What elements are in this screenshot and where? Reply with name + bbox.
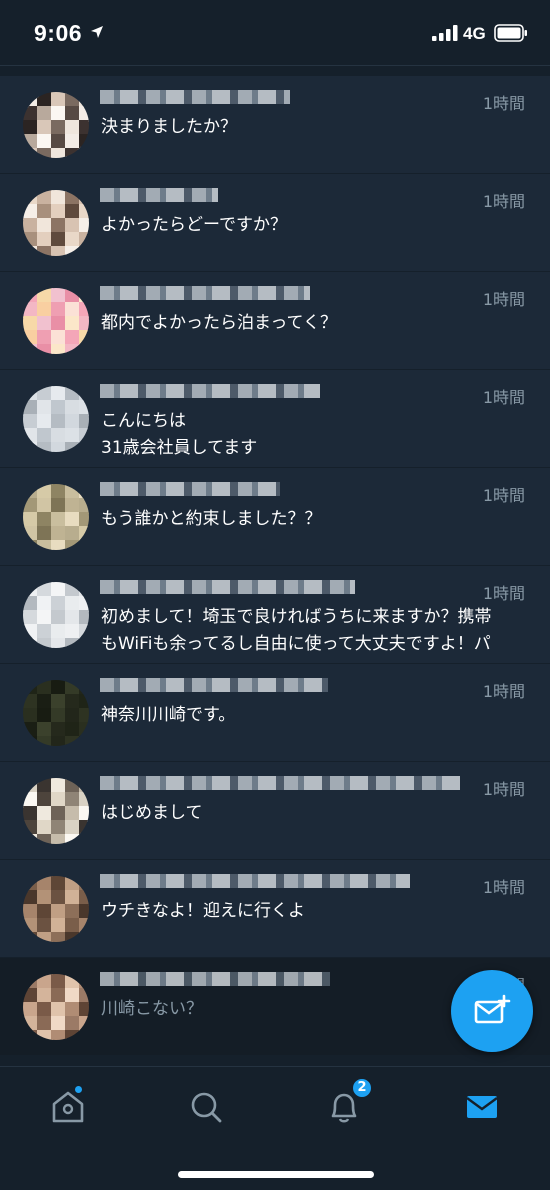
message-preview: 初めまして！埼玉で良ければうちに来ますか？携帯 もWiFiも余ってるし自由に使って…	[101, 604, 520, 658]
message-time: 1時間	[482, 584, 525, 603]
avatar-mosaic-block	[79, 148, 89, 158]
notification-count-badge: 2	[351, 1077, 373, 1099]
location-arrow-icon	[91, 26, 103, 38]
tab-notifications[interactable]: 2	[324, 1077, 373, 1127]
avatar-mosaic-block	[79, 344, 89, 354]
message-preview-line: もWiFiも余ってるし自由に使って大丈夫ですよ！パ	[101, 634, 491, 654]
envelope-icon	[466, 1096, 498, 1118]
avatar-mosaic-block	[79, 246, 89, 256]
compose-message-icon	[474, 994, 511, 1024]
username-redacted	[100, 482, 280, 496]
message-preview-line: はじめまして	[101, 803, 203, 823]
message-preview: よかったらどーですか？	[101, 212, 520, 239]
message-preview-line: こんにちは	[101, 411, 186, 431]
message-time: 1時間	[482, 388, 525, 407]
conversation-row[interactable]: 1時間決まりましたか？	[0, 76, 550, 174]
message-time: 1時間	[482, 192, 525, 211]
conversation-row[interactable]: 1時間こんにちは 31歳会社員してます	[0, 370, 550, 468]
username-redacted	[100, 90, 290, 104]
username-redacted	[100, 188, 218, 202]
message-preview: ウチきなよ！迎えに行くよ	[101, 898, 520, 925]
new-message-button[interactable]	[451, 970, 533, 1052]
message-preview-line: 決まりましたか？	[101, 117, 237, 137]
message-time: 1時間	[482, 878, 525, 897]
message-preview: 神奈川川崎です。	[101, 702, 520, 729]
avatar-mosaic-block	[79, 834, 89, 844]
conversation-row[interactable]: 1時間 初めまして！埼玉で良ければうちに来ますか？携帯 もWiFiも余ってるし自由に…	[0, 566, 550, 664]
username-redacted	[100, 384, 320, 398]
avatar[interactable]	[23, 288, 89, 354]
message-preview: もう誰かと約束しました？？	[101, 506, 520, 533]
message-preview-line: 神奈川川崎です。	[101, 705, 236, 725]
message-preview-line: もう誰かと約束しました？？	[101, 509, 322, 529]
avatar[interactable]	[23, 92, 89, 158]
avatar-mosaic-block	[79, 932, 89, 942]
avatar-mosaic-block	[79, 736, 89, 746]
username-redacted	[100, 874, 410, 888]
message-time: 1時間	[482, 290, 525, 309]
avatar[interactable]	[23, 876, 89, 942]
username-redacted	[100, 678, 328, 692]
message-preview: 決まりましたか？	[101, 114, 520, 141]
message-time: 1時間	[482, 780, 525, 799]
conversation-row[interactable]: 1時間よかったらどーですか？	[0, 174, 550, 272]
username-redacted	[100, 776, 460, 790]
search-icon	[191, 1092, 222, 1123]
tab-search[interactable]	[186, 1087, 226, 1127]
username-redacted	[100, 286, 310, 300]
message-time: 1時間	[482, 94, 525, 113]
message-preview-line: 初めまして！埼玉で良ければうちに来ますか？携帯	[101, 607, 492, 627]
message-preview-line: ウチきなよ！迎えに行くよ	[101, 901, 305, 921]
battery-icon	[494, 24, 527, 42]
message-time: 1時間	[482, 486, 525, 505]
conversation-row[interactable]: 1時間はじめまして	[0, 762, 550, 860]
status-bar: 9:06 4G	[0, 0, 550, 66]
message-time: 1時間	[482, 682, 525, 701]
avatar[interactable]	[23, 582, 89, 648]
conversation-row[interactable]: 1時間都内でよかったら泊まってく？	[0, 272, 550, 370]
avatar-mosaic-block	[79, 442, 89, 452]
username-redacted	[100, 580, 355, 594]
signal-bars-icon	[432, 25, 458, 41]
avatar[interactable]	[23, 484, 89, 550]
avatar-mosaic-block	[79, 638, 89, 648]
message-preview: はじめまして	[101, 800, 520, 827]
home-indicator	[178, 1171, 374, 1178]
message-preview: こんにちは 31歳会社員してます	[101, 408, 520, 462]
message-preview: 都内でよかったら泊まってく？	[101, 310, 520, 337]
avatar[interactable]	[23, 190, 89, 256]
avatar-mosaic-block	[79, 540, 89, 550]
status-time: 9:06	[34, 20, 83, 46]
home-new-indicator	[74, 1085, 83, 1094]
avatar-mosaic-block	[79, 1030, 89, 1040]
message-preview-line: 都内でよかったら泊まってく？	[101, 313, 337, 333]
network-label: 4G	[463, 24, 486, 43]
conversation-row[interactable]: 1時間神奈川川崎です。	[0, 664, 550, 762]
avatar[interactable]	[23, 386, 89, 452]
avatar[interactable]	[23, 778, 89, 844]
conversation-row[interactable]: 1時間ウチきなよ！迎えに行くよ	[0, 860, 550, 958]
conversation-row[interactable]: 1時間もう誰かと約束しました？？	[0, 468, 550, 566]
tab-home[interactable]	[48, 1085, 88, 1127]
home-icon	[52, 1091, 84, 1123]
avatar[interactable]	[23, 680, 89, 746]
conversation-list: 1時間 決まりましたか？ 1時間 よかったらどーですか？ 1時間 都内でよかったら泊まって…	[0, 76, 550, 1056]
message-preview-line: よかったらどーですか？	[101, 215, 287, 235]
tab-messages[interactable]	[462, 1087, 502, 1127]
avatar[interactable]	[23, 974, 89, 1040]
username-redacted	[100, 972, 330, 986]
message-preview-line: 31歳会社員してます	[101, 438, 258, 458]
